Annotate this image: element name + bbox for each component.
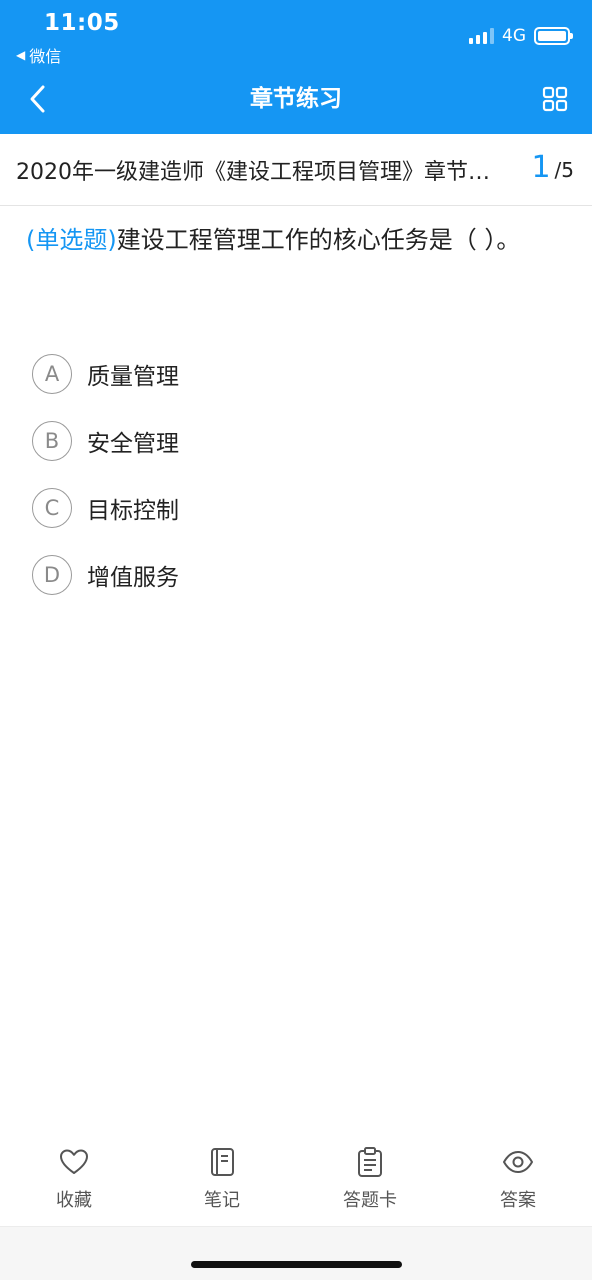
back-app-label: 微信 [29,47,62,66]
option-letter: C [32,487,72,528]
answer-card-label: 答题卡 [343,1190,397,1211]
home-indicator[interactable] [191,1261,402,1268]
answer-label: 答案 [500,1190,536,1211]
question-type: (单选题) [26,226,117,254]
option-text: 增值服务 [87,564,179,591]
option-d[interactable]: D 增值服务 [32,541,552,608]
answer-card-button[interactable]: 答题卡 [296,1146,444,1226]
option-a[interactable]: A 质量管理 [32,340,552,407]
current-page: 1 [531,150,551,185]
network-type: 4G [502,26,526,46]
total-pages: /5 [554,158,574,182]
back-triangle-icon: ◀ [16,48,26,62]
page-title: 章节练习 [250,86,342,112]
favorite-label: 收藏 [56,1190,92,1211]
question-stem: (单选题)建设工程管理工作的核心任务是（ ）。 [26,218,566,262]
heart-icon [60,1149,88,1174]
notes-button[interactable]: 笔记 [148,1146,296,1226]
chevron-left-icon [30,85,45,113]
grid-menu-button[interactable] [542,86,568,112]
status-time: 11:05 [44,10,120,36]
option-text: 安全管理 [87,430,179,457]
back-button[interactable] [22,82,52,116]
eye-icon [503,1151,533,1173]
option-letter: D [32,554,72,595]
option-text: 质量管理 [87,363,179,390]
favorite-button[interactable]: 收藏 [0,1146,148,1226]
exam-title: 2020年一级建造师《建设工程项目管理》章节练习 [16,160,506,185]
option-text: 目标控制 [87,497,179,524]
battery-icon [534,27,573,45]
notebook-icon [211,1148,234,1176]
page-counter: 1 /5 [531,150,574,185]
status-indicators: 4G [469,26,573,46]
option-c[interactable]: C 目标控制 [32,474,552,541]
notes-label: 笔记 [204,1190,240,1211]
app-header: 11:05 ◀ 微信 4G 章节练习 [0,0,592,134]
answer-button[interactable]: 答案 [444,1146,592,1226]
back-to-app-link[interactable]: ◀ 微信 [16,43,61,67]
option-b[interactable]: B 安全管理 [32,407,552,474]
options-list: A 质量管理 B 安全管理 C 目标控制 D 增值服务 [32,340,552,608]
question-text: 建设工程管理工作的核心任务是（ ）。 [116,226,521,254]
signal-icon [469,28,494,44]
home-indicator-area [0,1226,592,1280]
grid-icon [542,86,568,112]
option-letter: B [32,420,72,461]
exam-title-row: 2020年一级建造师《建设工程项目管理》章节练习 1 /5 [0,134,592,206]
clipboard-icon [358,1147,382,1177]
option-letter: A [32,353,72,394]
bottom-toolbar: 收藏 笔记 答题卡 答案 [0,1146,592,1226]
